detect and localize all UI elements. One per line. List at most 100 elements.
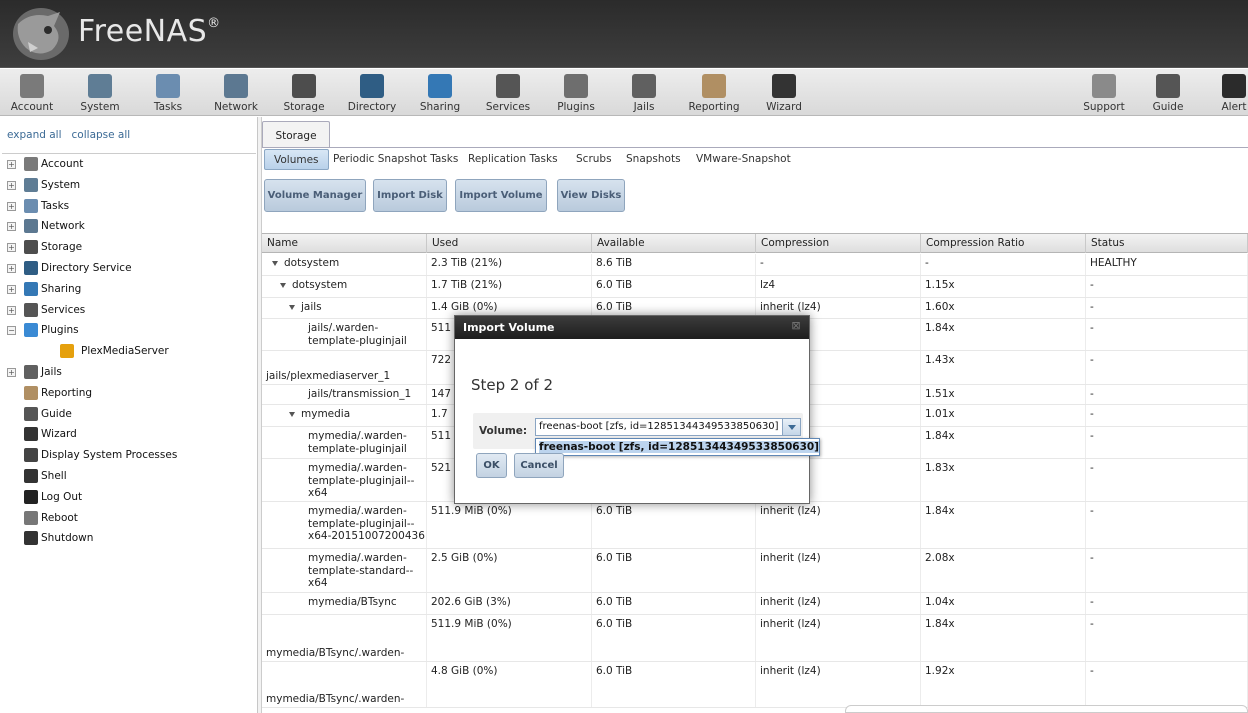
ok-button[interactable]: OK: [476, 453, 507, 478]
column-header[interactable]: Used: [427, 234, 592, 253]
logout-icon: [24, 489, 38, 504]
toolbar-wizard-button[interactable]: Wizard: [754, 72, 814, 113]
plex-icon: [60, 344, 74, 359]
expander-icon[interactable]: +: [7, 367, 16, 377]
table-row[interactable]: dotsystem 1.7 TiB (21%) 6.0 TiB lz4 1.15x -: [262, 276, 1248, 298]
subtab-vmware-snapshot[interactable]: VMware-Snapshot: [692, 149, 795, 170]
import-volume-button[interactable]: Import Volume: [455, 179, 547, 212]
toolbar-jails-button[interactable]: Jails: [614, 72, 674, 113]
sidebar-item-jails[interactable]: + Jails: [2, 362, 256, 383]
sidebar-item-services[interactable]: + Services: [2, 300, 256, 321]
sidebar-item-wizard[interactable]: Wizard: [2, 424, 256, 445]
toolbar-label: Directory: [347, 101, 397, 113]
sidebar-item-shell[interactable]: Shell: [2, 466, 256, 487]
import-disk-button[interactable]: Import Disk: [373, 179, 447, 212]
toolbar-label: Guide: [1152, 101, 1184, 113]
chevron-down-icon[interactable]: [782, 419, 800, 435]
sharing-icon: [428, 74, 452, 98]
cancel-button[interactable]: Cancel: [514, 453, 564, 478]
cell-comp: inherit (lz4): [756, 615, 921, 661]
column-header[interactable]: Name: [262, 234, 427, 253]
system-icon: [24, 177, 38, 192]
volume-select[interactable]: freenas-boot [zfs, id=128513443495338506…: [535, 418, 801, 436]
expander-icon[interactable]: +: [7, 263, 16, 273]
toolbar-account-button[interactable]: Account: [2, 72, 62, 113]
toolbar-directory-button[interactable]: Directory: [342, 72, 402, 113]
cell-name: mymedia/BTsync/.warden-template-standard…: [262, 662, 427, 707]
sidebar-item-shutdown[interactable]: Shutdown: [2, 528, 256, 549]
cell-name: mymedia/.warden-template-pluginjail--x64…: [262, 502, 427, 548]
sidebar-item-account[interactable]: + Account: [2, 154, 256, 175]
table-row[interactable]: mymedia/BTsync/.warden-template-pluginja…: [262, 615, 1248, 662]
subtab-volumes[interactable]: Volumes: [264, 149, 329, 170]
table-row[interactable]: dotsystem 2.3 TiB (21%) 8.6 TiB - - HEALTHY: [262, 254, 1248, 276]
sidebar-item-storage[interactable]: + Storage: [2, 237, 256, 258]
tab-storage[interactable]: Storage: [262, 121, 330, 147]
subtab-replication-tasks[interactable]: Replication Tasks: [464, 149, 562, 170]
reboot-icon: [24, 510, 38, 525]
cell-used: 2.3 TiB (21%): [427, 254, 592, 275]
toolbar-alert-button[interactable]: Alert: [1204, 72, 1248, 113]
expand-triangle-icon[interactable]: [289, 304, 295, 310]
app-title: FreeNAS®: [78, 14, 221, 49]
sidebar-item-display-system-processes[interactable]: Display System Processes: [2, 445, 256, 466]
sidebar-item-label: Services: [41, 303, 86, 316]
sidebar-item-guide[interactable]: Guide: [2, 404, 256, 425]
expander-icon[interactable]: +: [7, 201, 16, 211]
expand-triangle-icon[interactable]: [280, 282, 286, 288]
table-row[interactable]: mymedia/BTsync 202.6 GiB (3%) 6.0 TiB inher…: [262, 593, 1248, 615]
sidebar-item-tasks[interactable]: + Tasks: [2, 196, 256, 217]
cell-ratio: 1.92x: [921, 662, 1086, 707]
subtab-snapshots[interactable]: Snapshots: [622, 149, 685, 170]
expander-icon[interactable]: +: [7, 305, 16, 315]
view-disks-button[interactable]: View Disks: [557, 179, 625, 212]
table-row[interactable]: mymedia/BTsync/.warden-template-standard…: [262, 662, 1248, 708]
sidebar-item-plugins[interactable]: − Plugins: [2, 320, 256, 341]
cell-status: -: [1086, 662, 1248, 707]
sidebar-item-sharing[interactable]: + Sharing: [2, 279, 256, 300]
sidebar-item-label: Shell: [41, 469, 67, 482]
toolbar-reporting-button[interactable]: Reporting: [684, 72, 744, 113]
column-header[interactable]: Compression: [756, 234, 921, 253]
cell-status: -: [1086, 276, 1248, 297]
expander-icon[interactable]: +: [7, 222, 16, 232]
expander-icon[interactable]: +: [7, 160, 16, 169]
expand-all-link[interactable]: expand all: [7, 129, 62, 141]
subtab-scrubs[interactable]: Scrubs: [572, 149, 616, 170]
subtab-periodic-snapshot-tasks[interactable]: Periodic Snapshot Tasks: [329, 149, 462, 170]
expander-icon[interactable]: +: [7, 284, 16, 294]
sidebar-item-log-out[interactable]: Log Out: [2, 487, 256, 508]
toolbar-tasks-button[interactable]: Tasks: [138, 72, 198, 113]
toolbar-network-button[interactable]: Network: [206, 72, 266, 113]
table-row[interactable]: mymedia/.warden-template-standard--x64 2.…: [262, 549, 1248, 593]
column-header[interactable]: Status: [1086, 234, 1248, 253]
toolbar-storage-button[interactable]: Storage: [274, 72, 334, 113]
toolbar-guide-button[interactable]: Guide: [1138, 72, 1198, 113]
cell-name: mymedia/.warden-template-pluginjail--x64: [262, 459, 427, 501]
volume-manager-button[interactable]: Volume Manager: [264, 179, 366, 212]
sidebar-item-plexmediaserver[interactable]: PlexMediaServer: [2, 341, 256, 362]
expander-icon[interactable]: −: [7, 326, 16, 336]
sidebar-item-reboot[interactable]: Reboot: [2, 508, 256, 529]
sidebar-item-directory-service[interactable]: + Directory Service: [2, 258, 256, 279]
toolbar-services-button[interactable]: Services: [478, 72, 538, 113]
toolbar-system-button[interactable]: System: [70, 72, 130, 113]
expander-icon[interactable]: +: [7, 180, 16, 190]
collapse-all-link[interactable]: collapse all: [72, 129, 131, 141]
expand-triangle-icon[interactable]: [272, 260, 278, 266]
column-header[interactable]: Available: [592, 234, 756, 253]
sidebar-item-network[interactable]: + Network: [2, 216, 256, 237]
expander-icon[interactable]: +: [7, 243, 16, 253]
close-icon[interactable]: ⊠: [789, 319, 803, 333]
sidebar-item-reporting[interactable]: Reporting: [2, 383, 256, 404]
table-row[interactable]: mymedia/.warden-template-pluginjail--x64…: [262, 502, 1248, 549]
toolbar-sharing-button[interactable]: Sharing: [410, 72, 470, 113]
volume-option[interactable]: freenas-boot [zfs, id=128513443495338506…: [535, 438, 820, 456]
column-header[interactable]: Compression Ratio: [921, 234, 1086, 253]
toolbar-support-button[interactable]: Support: [1074, 72, 1134, 113]
toolbar-plugins-button[interactable]: Plugins: [546, 72, 606, 113]
volume-label: Volume:: [479, 425, 528, 437]
sidebar-item-system[interactable]: + System: [2, 175, 256, 196]
cell-avail: 8.6 TiB: [592, 254, 756, 275]
expand-triangle-icon[interactable]: [289, 411, 295, 417]
